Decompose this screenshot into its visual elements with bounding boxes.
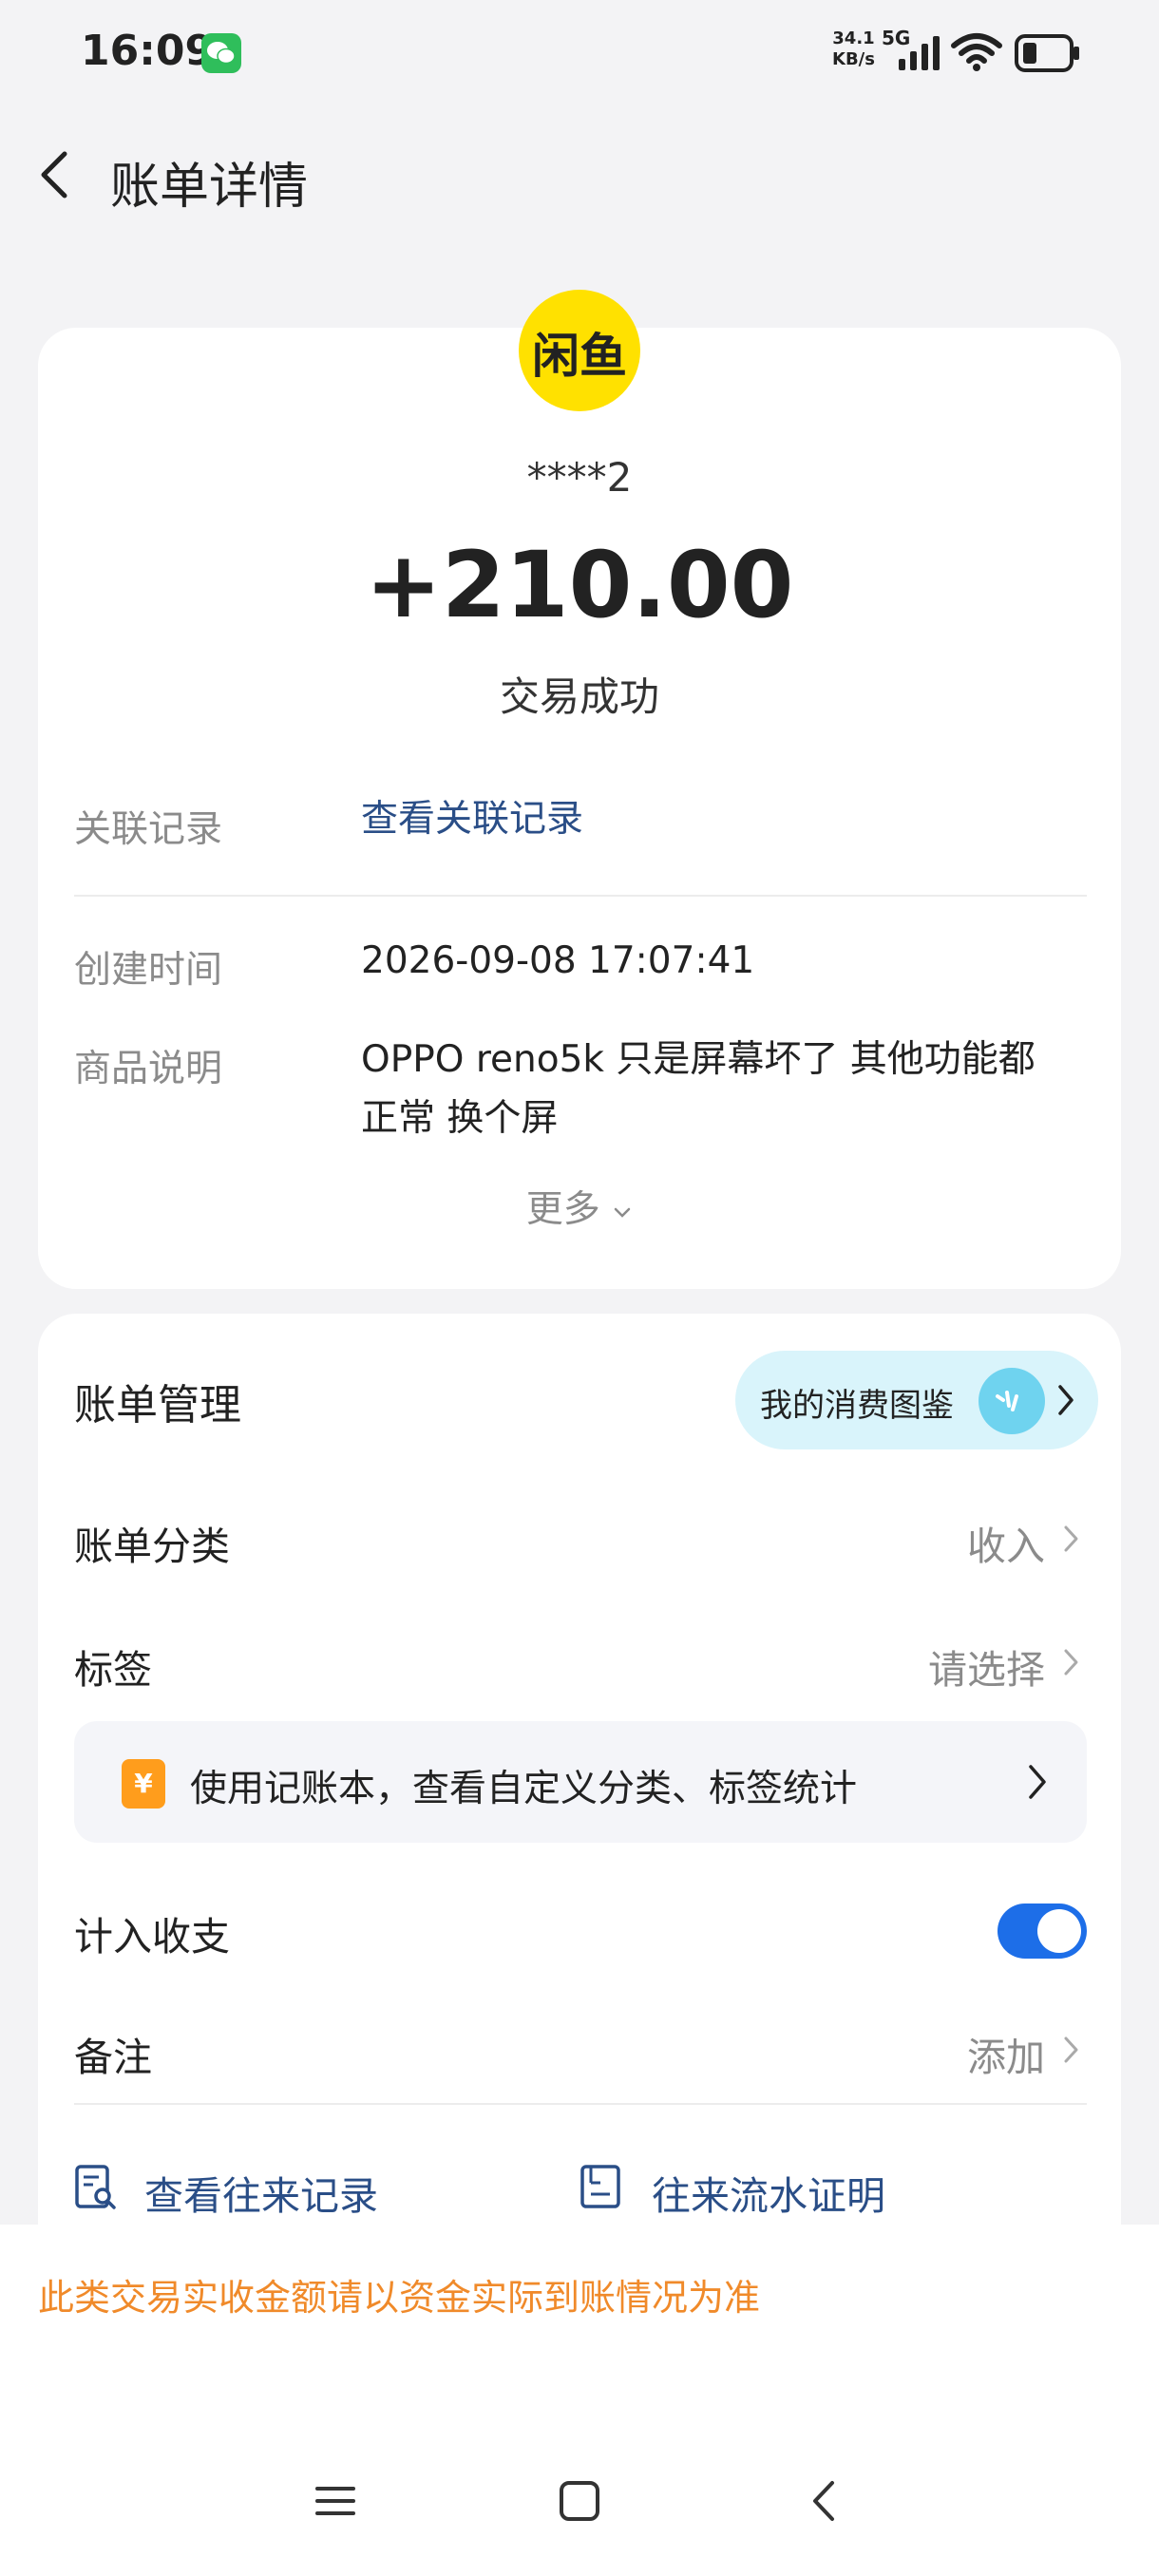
document-icon xyxy=(580,2165,620,2208)
bill-category-value: 收入 xyxy=(967,1524,1045,1569)
product-desc-line: OPPO reno5k 只是屏幕坏了 其他功能都 xyxy=(361,1038,1036,1081)
notice-text: 此类交易实收金额请以资金实际到账情况为准 xyxy=(38,2277,761,2319)
include-income-toggle[interactable] xyxy=(998,1904,1087,1959)
chevron-left-icon xyxy=(41,151,67,199)
wechat-icon xyxy=(201,33,241,73)
menu-icon[interactable] xyxy=(314,2479,357,2523)
chevron-right-icon xyxy=(1064,1649,1078,1676)
net-speed-unit: KB/s xyxy=(832,49,875,69)
created-time-value: 2026-09-08 17:07:41 xyxy=(361,939,755,982)
related-record-link[interactable]: 查看关联记录 xyxy=(361,790,1083,849)
history-record-link: 查看往来记录 xyxy=(144,2173,378,2219)
battery-icon xyxy=(1015,34,1079,72)
home-icon[interactable] xyxy=(558,2479,601,2523)
more-button[interactable]: 更多 xyxy=(0,1180,1159,1233)
merchant-logo: 闲鱼 xyxy=(519,290,640,411)
include-income-label: 计入收支 xyxy=(74,1914,230,1960)
promo-text: 使用记账本，查看自定义分类、标签统计 xyxy=(190,1768,858,1810)
note-value: 添加 xyxy=(967,2035,1045,2080)
page-title: 账单详情 xyxy=(110,159,309,216)
chevron-right-icon xyxy=(1058,1385,1074,1415)
note-label: 备注 xyxy=(74,2035,152,2080)
transaction-amount: +210.00 xyxy=(365,532,794,638)
ledger-icon: ¥ xyxy=(122,1759,165,1809)
divider xyxy=(74,2103,1087,2105)
product-desc-value: OPPO reno5k 只是屏幕坏了 其他功能都 正常 换个屏 xyxy=(361,1031,1083,1148)
counterparty-name: ****2 xyxy=(526,454,633,501)
transaction-status: 交易成功 xyxy=(499,673,659,720)
status-bar: 16:09 34.1 KB/s 5G xyxy=(0,0,1159,104)
app-header: 账单详情 xyxy=(0,123,1159,228)
net-speed-value: 34.1 xyxy=(832,28,875,48)
statement-proof-link: 往来流水证明 xyxy=(652,2173,885,2219)
chevron-down-icon xyxy=(614,1207,631,1218)
created-time-label: 创建时间 xyxy=(74,949,223,992)
back-button[interactable] xyxy=(28,146,86,203)
toggle-knob xyxy=(1037,1909,1081,1953)
document-search-icon xyxy=(75,2165,116,2209)
chevron-right-icon xyxy=(1064,2036,1078,2063)
wifi-icon xyxy=(951,33,1002,71)
mascot-icon xyxy=(978,1368,1045,1434)
ledger-promo-banner[interactable]: ¥ 使用记账本，查看自定义分类、标签统计 xyxy=(74,1721,1087,1843)
divider xyxy=(74,895,1087,897)
net-speed: 34.1 KB/s xyxy=(832,28,875,70)
signal-icon xyxy=(899,36,940,70)
consumption-gallery-button[interactable]: 我的消费图鉴 xyxy=(735,1351,1098,1449)
section-title: 账单管理 xyxy=(74,1381,241,1430)
merchant-logo-text: 闲鱼 xyxy=(532,329,627,384)
gallery-label: 我的消费图鉴 xyxy=(760,1387,954,1425)
status-time: 16:09 xyxy=(81,27,215,75)
chevron-right-icon xyxy=(1064,1525,1078,1552)
tag-value: 请选择 xyxy=(928,1647,1045,1693)
product-desc-label: 商品说明 xyxy=(74,1048,223,1090)
back-icon[interactable] xyxy=(804,2479,847,2523)
related-record-label: 关联记录 xyxy=(74,808,223,851)
chevron-right-icon xyxy=(1029,1765,1046,1799)
product-desc-line: 正常 换个屏 xyxy=(361,1097,559,1140)
bill-category-label: 账单分类 xyxy=(74,1524,230,1569)
more-label: 更多 xyxy=(525,1188,600,1231)
tag-label: 标签 xyxy=(74,1647,152,1693)
